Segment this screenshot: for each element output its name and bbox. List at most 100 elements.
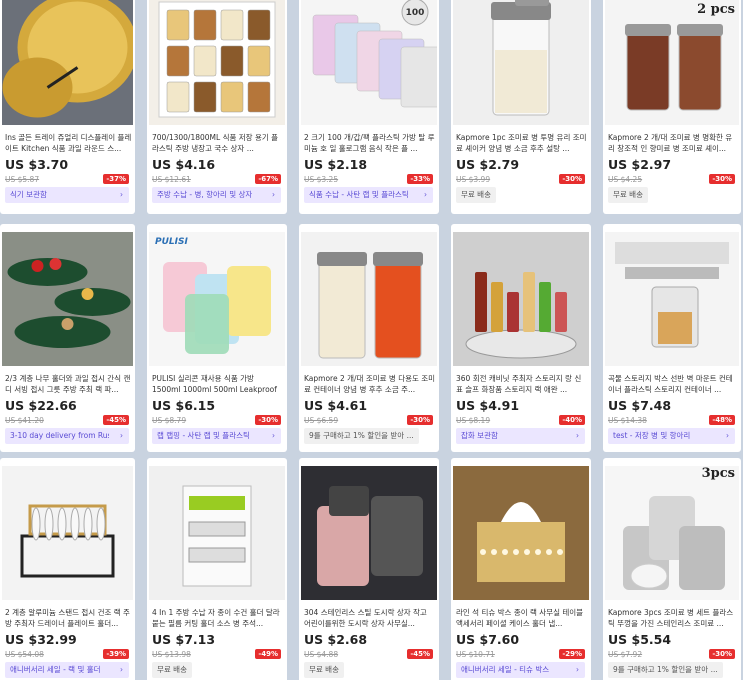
product-title[interactable]: 4 In 1 주방 수납 자 종이 수건 홀더 달라 붙는 필름 커팅 홀더 소… bbox=[152, 607, 284, 629]
discount-badge: -67% bbox=[255, 174, 281, 184]
promo-tag-label: 무료 배송 bbox=[613, 190, 643, 199]
product-title[interactable]: Kapmore 1pc 조미료 병 투명 유리 조미료 셰이커 양념 병 소금 … bbox=[456, 132, 588, 154]
discount-badge: -30% bbox=[559, 174, 585, 184]
product-price: US $2.79 bbox=[456, 157, 520, 172]
promo-tag[interactable]: 9를 구매하고 1% 할인을 받아 ... bbox=[608, 662, 723, 678]
product-title[interactable]: Kapmore 3pcs 조미료 병 세트 플라스틱 뚜껑을 가진 스테인리스 … bbox=[608, 607, 738, 629]
product-image[interactable] bbox=[453, 0, 589, 125]
product-image[interactable] bbox=[605, 232, 739, 366]
discount-badge: -40% bbox=[559, 415, 585, 425]
promo-tag-label: 무료 배송 bbox=[461, 190, 491, 199]
product-image[interactable] bbox=[149, 466, 285, 600]
original-price: US $4.25 bbox=[608, 175, 643, 184]
promo-tag[interactable]: 무료 배송 bbox=[304, 662, 344, 678]
product-card[interactable]: 라인 석 티슈 박스 종이 랙 사무실 테이블 액세서리 페이셜 케이스 홀더 … bbox=[451, 458, 591, 680]
promo-tag-label: 식품 수납 - 사탄 랩 및 플라스틱 bbox=[309, 190, 409, 199]
promo-tag[interactable]: 무료 배송 bbox=[456, 187, 496, 203]
product-card[interactable]: 360 회전 캐비닛 주최자 스토리지 랑 신표 슬프 화장품 스토리지 랙 애… bbox=[451, 224, 591, 452]
product-image[interactable] bbox=[301, 232, 437, 366]
promo-tag[interactable]: 애니버서리 세일 - 랙 및 홀더 › bbox=[5, 662, 129, 678]
product-price: US $4.91 bbox=[456, 398, 520, 413]
product-title[interactable]: 2 계층 알루미늄 스탠드 접시 건조 랙 주방 주최자 드레이너 플레이트 홀… bbox=[5, 607, 132, 629]
original-price: US $3.99 bbox=[456, 175, 491, 184]
promo-tag[interactable]: 식기 보관함 › bbox=[5, 187, 129, 203]
promo-tag-label: 애니버서리 세일 - 랙 및 홀더 bbox=[10, 665, 101, 674]
lunch-box-image bbox=[301, 466, 437, 600]
product-card[interactable]: 2 pcs Kapmore 2 개/대 조미료 병 명확한 유리 창조적 인 향미… bbox=[603, 0, 741, 214]
original-price: US $10.71 bbox=[456, 650, 495, 659]
product-card[interactable]: 4 In 1 주방 수납 자 종이 수건 홀더 달라 붙는 필름 커팅 홀더 소… bbox=[147, 458, 287, 680]
promo-tag[interactable]: test - 저장 병 및 항아리 › bbox=[608, 428, 735, 444]
product-card[interactable]: Kapmore 1pc 조미료 병 투명 유리 조미료 셰이커 양념 병 소금 … bbox=[451, 0, 591, 214]
promo-tag[interactable]: 무료 배송 bbox=[608, 187, 648, 203]
product-title[interactable]: 360 회전 캐비닛 주최자 스토리지 랑 신표 슬프 화장품 스토리지 랙 애… bbox=[456, 373, 588, 395]
product-title[interactable]: 2/3 계층 나무 홀더와 과일 접시 간식 캔디 서빙 접시 그릇 주방 주최… bbox=[5, 373, 132, 395]
product-card[interactable]: 3pcs Kapmore 3pcs 조미료 병 세트 플라스틱 뚜껑을 가진 스테… bbox=[603, 458, 741, 680]
svg-text:100: 100 bbox=[406, 8, 425, 18]
product-image[interactable]: PULISI bbox=[149, 232, 285, 366]
chevron-right-icon: › bbox=[576, 431, 579, 440]
discount-badge: -39% bbox=[103, 649, 129, 659]
chevron-right-icon: › bbox=[120, 665, 123, 674]
product-image[interactable]: 100 bbox=[301, 0, 437, 125]
original-price: US $8.79 bbox=[152, 416, 187, 425]
product-title[interactable]: 곡물 스토리지 박스 선반 벽 마운트 컨테이너 플라스틱 스토리지 컨테이너 … bbox=[608, 373, 738, 395]
storage-containers-image bbox=[149, 0, 285, 125]
promo-tag[interactable]: 주방 수납 - 병, 항아리 및 상자 › bbox=[152, 187, 281, 203]
promo-tag[interactable]: 무료 배송 bbox=[152, 662, 192, 678]
chevron-right-icon: › bbox=[272, 190, 275, 199]
product-card[interactable]: 100 2 크기 100 개/갑/팩 플라스틱 가방 탈 루미늄 호 일 홀로그램… bbox=[299, 0, 439, 214]
original-price: US $3.25 bbox=[304, 175, 339, 184]
product-title[interactable]: Kapmore 2 개/대 조미료 병 명확한 유리 창조적 인 향미료 병 조… bbox=[608, 132, 738, 154]
pack-count-badge: 2 pcs bbox=[697, 2, 735, 17]
product-image[interactable] bbox=[301, 466, 437, 600]
product-card[interactable]: 304 스테인리스 스틸 도시락 상자 작고 어린이를위한 도시락 상자 사무실… bbox=[299, 458, 439, 680]
product-price: US $32.99 bbox=[5, 632, 77, 647]
product-card[interactable]: 700/1300/1800ML 식품 저장 용기 플라스틱 주방 냉장고 국수 … bbox=[147, 0, 287, 214]
product-title[interactable]: Ins 골든 트레이 쥬얼리 디스플레이 플레이트 Kitchen 식품 과일 … bbox=[5, 132, 132, 154]
product-price: US $2.97 bbox=[608, 157, 672, 172]
product-image[interactable] bbox=[605, 0, 739, 125]
product-title[interactable]: Kapmore 2 개/대 조미료 병 다용도 조미료 컨테이너 양념 병 후추… bbox=[304, 373, 436, 395]
product-card[interactable]: Kapmore 2 개/대 조미료 병 다용도 조미료 컨테이너 양념 병 후추… bbox=[299, 224, 439, 452]
promo-tag[interactable]: 식품 수납 - 사탄 랩 및 플라스틱 › bbox=[304, 187, 433, 203]
product-card[interactable]: PULISI PULISI 실리콘 재사용 식품 가방 1500ml 1000ml… bbox=[147, 224, 287, 452]
chevron-right-icon: › bbox=[576, 665, 579, 674]
product-price: US $7.48 bbox=[608, 398, 672, 413]
product-card[interactable]: 2/3 계층 나무 홀더와 과일 접시 간식 캔디 서빙 접시 그릇 주방 주최… bbox=[0, 224, 135, 452]
product-image[interactable] bbox=[2, 466, 133, 600]
product-card[interactable]: 곡물 스토리지 박스 선반 벽 마운트 컨테이너 플라스틱 스토리지 컨테이너 … bbox=[603, 224, 741, 452]
discount-badge: -37% bbox=[103, 174, 129, 184]
product-card[interactable]: 2 계층 알루미늄 스탠드 접시 건조 랙 주방 주최자 드레이너 플레이트 홀… bbox=[0, 458, 135, 680]
chevron-right-icon: › bbox=[424, 190, 427, 199]
original-price: US $12.61 bbox=[152, 175, 191, 184]
fruit-tier-image bbox=[2, 232, 133, 366]
promo-tag[interactable]: 애니버서리 세일 - 티슈 박스 › bbox=[456, 662, 585, 678]
discount-badge: -33% bbox=[407, 174, 433, 184]
product-image[interactable] bbox=[2, 0, 133, 125]
promo-tag-label: 3-10 day delivery from Russia bbox=[10, 431, 109, 440]
promo-tag[interactable]: 잡화 보관함 › bbox=[456, 428, 585, 444]
chevron-right-icon: › bbox=[120, 190, 123, 199]
promo-tag[interactable]: 9를 구매하고 1% 할인을 받아 ... bbox=[304, 428, 419, 444]
product-card[interactable]: Ins 골든 트레이 쥬얼리 디스플레이 플레이트 Kitchen 식품 과일 … bbox=[0, 0, 135, 214]
promo-tag-label: test - 저장 병 및 항아리 bbox=[613, 431, 691, 440]
product-image[interactable] bbox=[453, 466, 589, 600]
product-title[interactable]: 2 크기 100 개/갑/팩 플라스틱 가방 탈 루미늄 호 일 홀로그램 음식… bbox=[304, 132, 436, 154]
product-title[interactable]: 700/1300/1800ML 식품 저장 용기 플라스틱 주방 냉장고 국수 … bbox=[152, 132, 284, 154]
product-title[interactable]: PULISI 실리콘 재사용 식품 가방 1500ml 1000ml 500ml… bbox=[152, 373, 284, 395]
product-title[interactable]: 304 스테인리스 스틸 도시락 상자 작고 어린이를위한 도시락 상자 사무실… bbox=[304, 607, 436, 629]
product-title[interactable]: 라인 석 티슈 박스 종이 랙 사무실 테이블 액세서리 페이셜 케이스 홀더 … bbox=[456, 607, 588, 629]
product-image[interactable] bbox=[605, 466, 739, 600]
discount-badge: -30% bbox=[709, 174, 735, 184]
promo-tag[interactable]: 3-10 day delivery from Russia › bbox=[5, 428, 129, 444]
spice-jars-image bbox=[605, 0, 739, 125]
wall-rack-image bbox=[149, 466, 285, 600]
promo-tag[interactable]: 랩 랩핑 - 사탄 랩 및 플라스틱 › bbox=[152, 428, 281, 444]
product-image[interactable] bbox=[149, 0, 285, 125]
discount-badge: -30% bbox=[407, 415, 433, 425]
product-grid: Ins 골든 트레이 쥬얼리 디스플레이 플레이트 Kitchen 식품 과일 … bbox=[0, 0, 743, 680]
product-image[interactable] bbox=[453, 232, 589, 366]
product-price: US $6.15 bbox=[152, 398, 216, 413]
product-image[interactable] bbox=[2, 232, 133, 366]
